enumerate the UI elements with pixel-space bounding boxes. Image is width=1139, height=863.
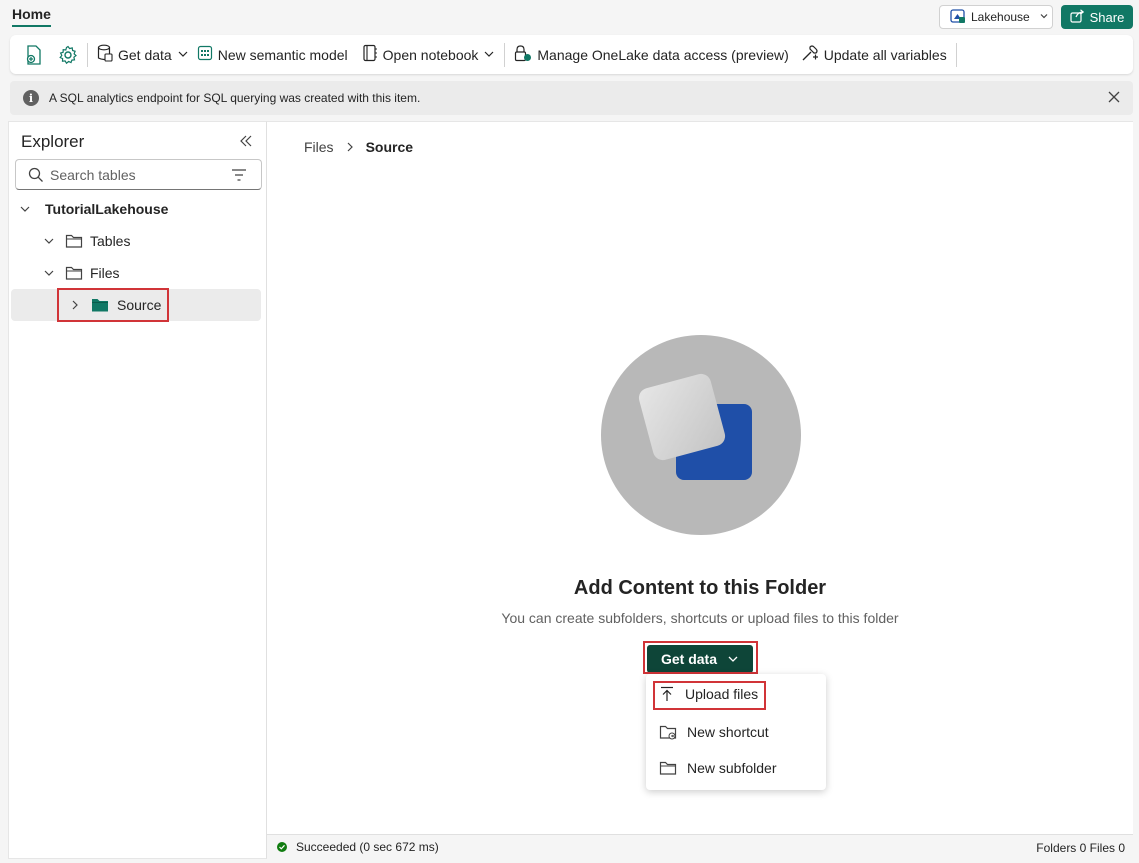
share-icon — [1070, 8, 1085, 26]
new-item-icon[interactable] — [20, 41, 48, 69]
empty-state-title: Add Content to this Folder — [573, 577, 827, 599]
tree-item-tutoriallakehouse[interactable]: TutorialLakehouse — [19, 193, 168, 225]
new-semantic-model-button[interactable]: New semantic model — [193, 41, 352, 69]
open-notebook-label: Open notebook — [382, 46, 479, 63]
ribbon-divider — [87, 42, 88, 67]
explorer-pane: Explorer TutorialLakehouse Tables — [8, 121, 267, 859]
menu-item-new-subfolder[interactable]: New subfolder — [646, 752, 826, 784]
info-message-bar: i A SQL analytics endpoint for SQL query… — [10, 81, 1133, 115]
empty-folder-illustration — [601, 335, 801, 535]
open-notebook-button[interactable]: Open notebook — [358, 41, 500, 69]
folder-icon — [659, 760, 677, 776]
share-label: Share — [1089, 9, 1125, 25]
top-bar: Home Lakehouse Share — [0, 0, 1139, 33]
highlight-box-get-data — [643, 641, 758, 674]
chevron-right-icon — [344, 141, 356, 153]
search-tables-input[interactable] — [50, 166, 220, 184]
lakehouse-label: Lakehouse — [971, 10, 1030, 24]
status-bar: Succeeded (0 sec 672 ms) Folders 0 Files… — [267, 834, 1133, 859]
settings-gear-icon[interactable] — [54, 41, 82, 69]
collapse-pane-icon[interactable] — [238, 133, 254, 152]
main-content: Files Source Add Content to this Folder … — [267, 121, 1133, 834]
lakehouse-switcher-button[interactable]: Lakehouse — [939, 5, 1053, 29]
chevron-down-icon — [483, 47, 495, 63]
tree-item-label: Files — [90, 265, 120, 281]
chevron-down-icon — [43, 235, 55, 247]
info-message-text: A SQL analytics endpoint for SQL queryin… — [49, 91, 421, 105]
update-variables-button[interactable]: Update all variables — [797, 41, 951, 69]
chevron-down-icon — [1039, 10, 1049, 24]
tree-item-label: Tables — [90, 233, 131, 249]
share-button[interactable]: Share — [1061, 5, 1133, 29]
semantic-model-icon — [197, 45, 213, 64]
get-data-ribbon-button[interactable]: Get data — [93, 41, 193, 69]
new-semantic-model-label: New semantic model — [217, 46, 348, 63]
chevron-down-icon — [19, 203, 31, 215]
manage-onelake-label: Manage OneLake data access (preview) — [537, 46, 789, 63]
tree-item-files[interactable]: Files — [43, 257, 120, 289]
info-icon: i — [23, 90, 39, 106]
chevron-down-icon — [177, 47, 189, 63]
lakehouse-icon — [950, 8, 966, 27]
update-variables-label: Update all variables — [823, 46, 947, 63]
status-counts: Folders 0 Files 0 — [1036, 841, 1125, 855]
manage-onelake-access-button[interactable]: Manage OneLake data access (preview) — [510, 41, 792, 69]
breadcrumb: Files Source — [304, 139, 413, 155]
highlight-box-upload-files — [653, 681, 766, 710]
breadcrumb-files[interactable]: Files — [304, 139, 334, 155]
ribbon-toolbar: Get data New semantic model Open noteboo… — [10, 35, 1133, 74]
search-tables-field[interactable] — [15, 159, 262, 190]
status-message: Succeeded (0 sec 672 ms) — [296, 840, 439, 854]
breadcrumb-source: Source — [365, 139, 414, 155]
tree-item-label: TutorialLakehouse — [45, 201, 169, 217]
shortcut-folder-icon — [659, 724, 677, 740]
search-icon — [28, 167, 44, 186]
ribbon-divider — [504, 42, 506, 67]
filter-icon[interactable] — [231, 168, 247, 185]
ribbon-divider — [955, 42, 957, 67]
explorer-title: Explorer — [21, 132, 85, 151]
highlight-box-source — [57, 288, 169, 322]
menu-item-label: New shortcut — [687, 724, 769, 740]
close-icon[interactable] — [1107, 90, 1121, 107]
notebook-icon — [362, 44, 378, 65]
menu-item-label: New subfolder — [687, 760, 777, 776]
empty-state-subtitle: You can create subfolders, shortcuts or … — [501, 610, 899, 626]
tree-item-tables[interactable]: Tables — [43, 225, 130, 257]
lock-security-icon — [514, 44, 532, 65]
menu-item-new-shortcut[interactable]: New shortcut — [646, 716, 826, 748]
variables-icon — [801, 44, 819, 65]
chevron-down-icon — [43, 267, 55, 279]
database-icon — [97, 44, 113, 65]
folder-icon — [65, 233, 83, 249]
get-data-label: Get data — [118, 46, 172, 63]
success-check-icon — [277, 842, 287, 852]
tab-home[interactable]: Home — [12, 6, 51, 27]
folder-icon — [65, 265, 83, 281]
